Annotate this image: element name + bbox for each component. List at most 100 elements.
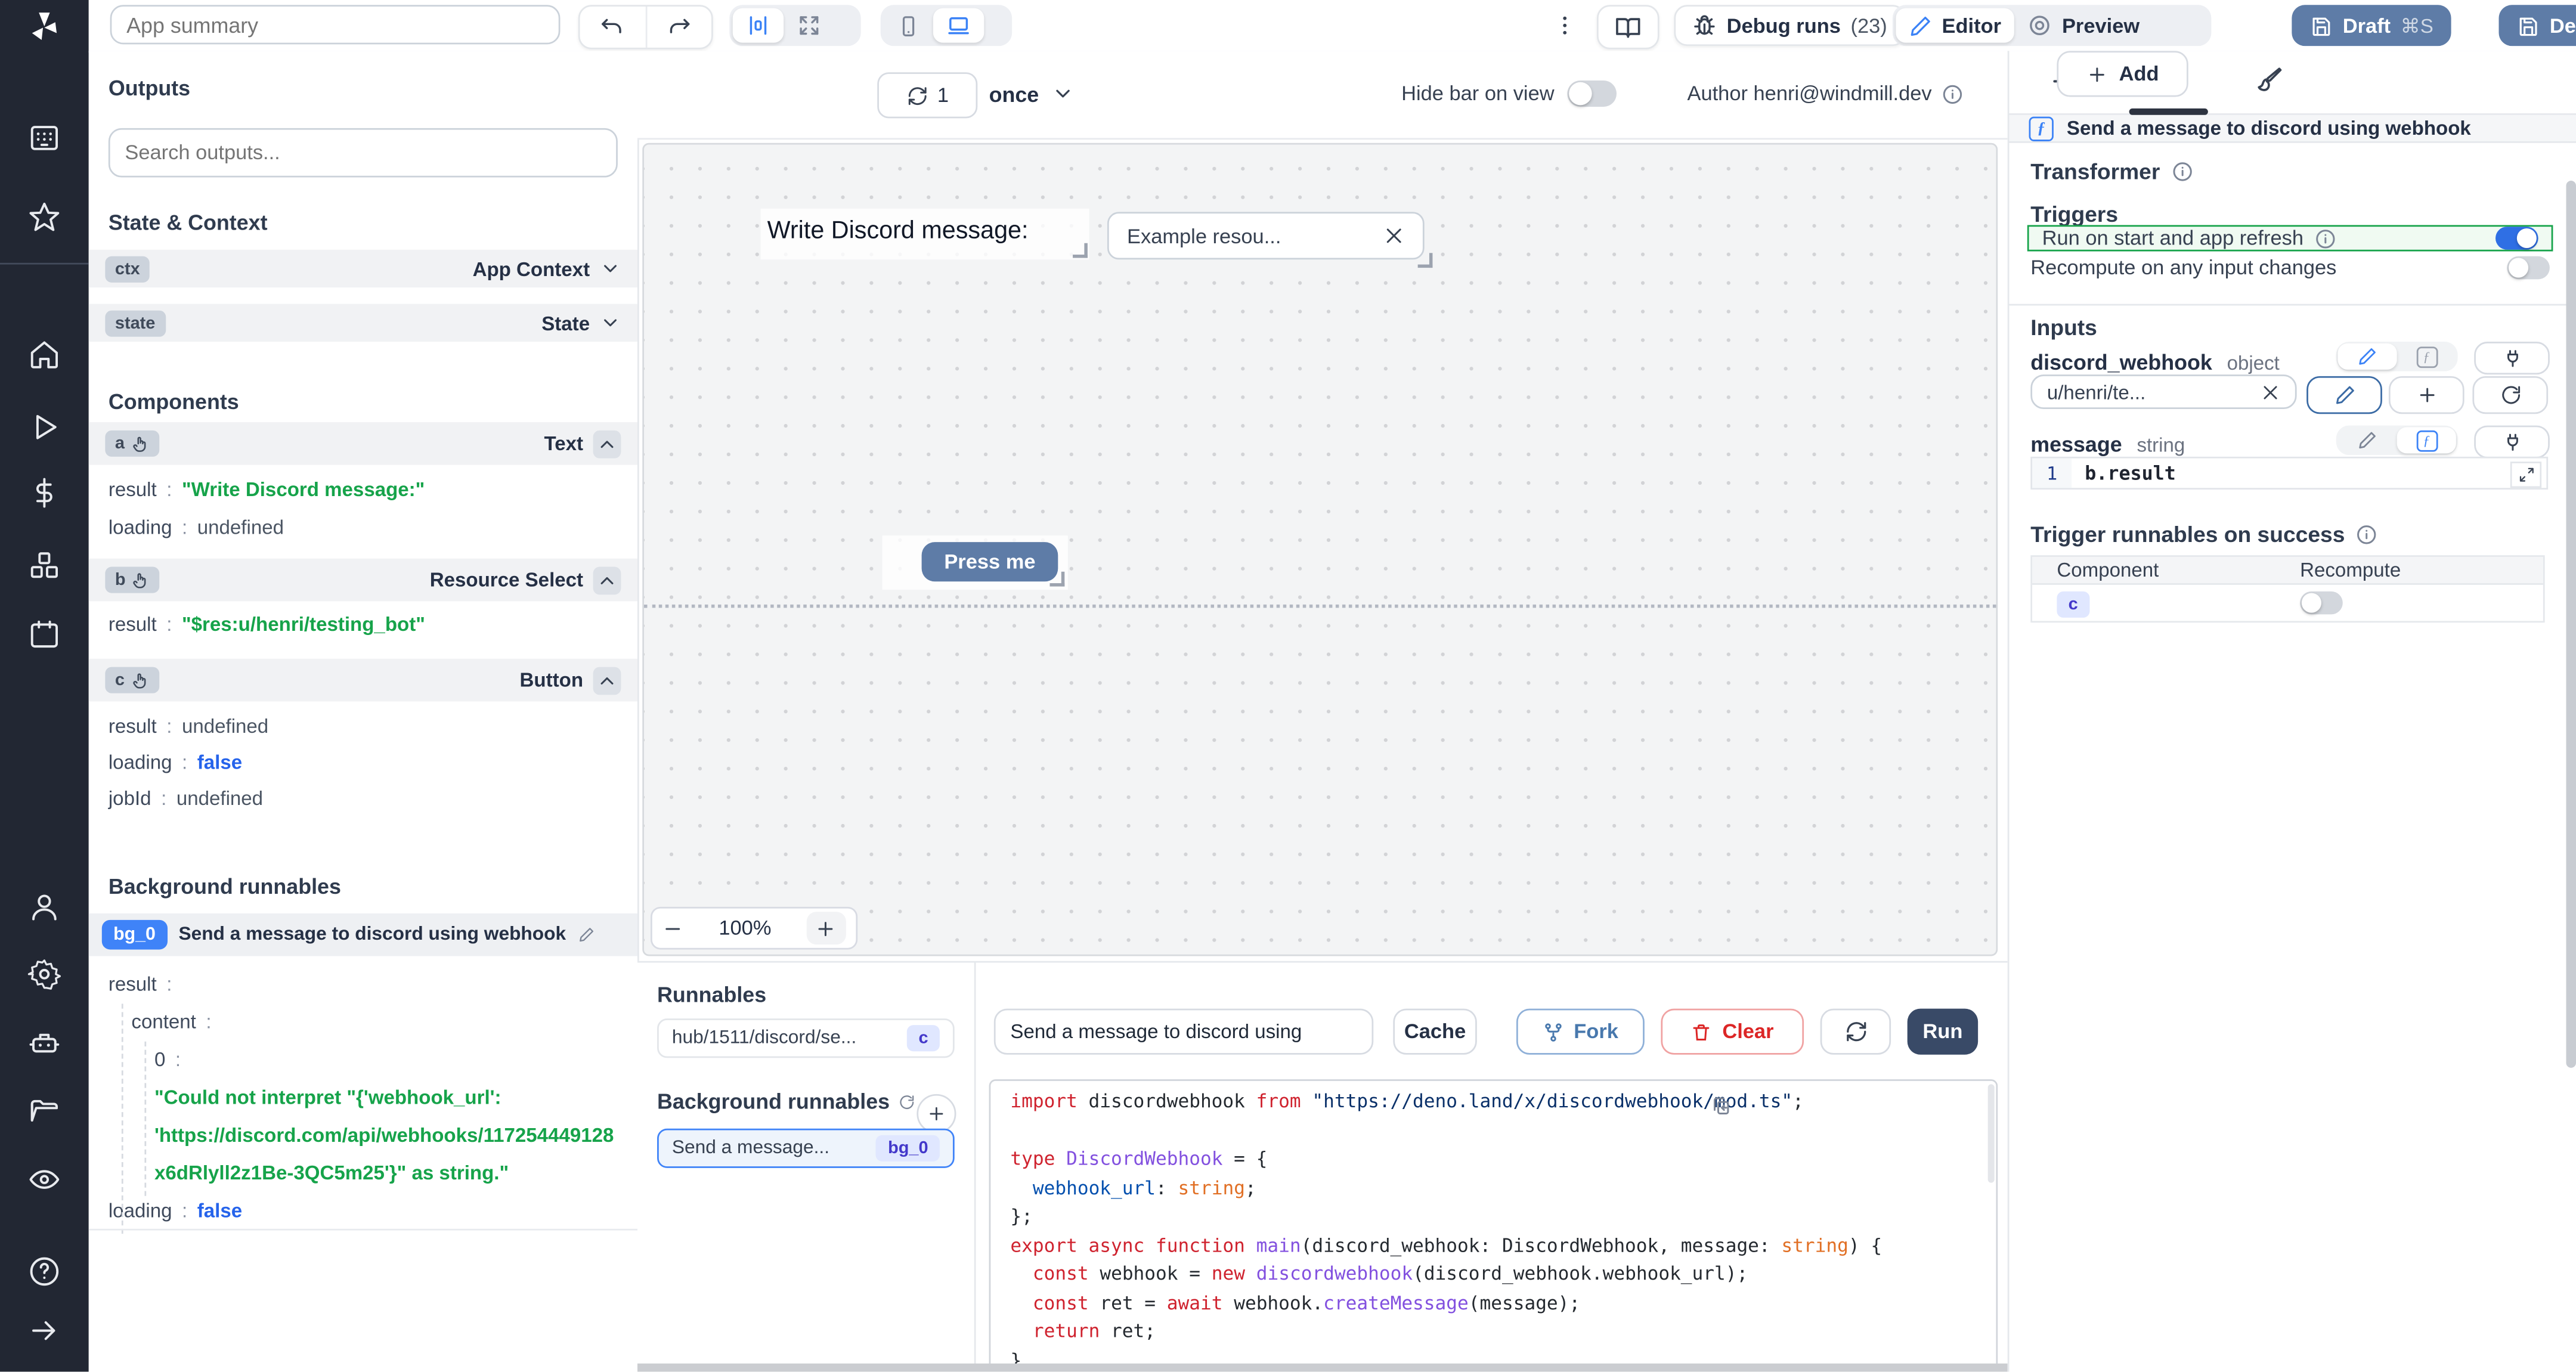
tab-editor[interactable]: Editor <box>1896 8 2015 43</box>
eval-mode-button[interactable]: ƒ <box>2397 427 2456 454</box>
docs-button[interactable] <box>1596 5 1659 49</box>
arrow-right-icon[interactable] <box>28 1314 61 1347</box>
fork-button[interactable]: Fork <box>1516 1008 1645 1055</box>
chevron-up-icon[interactable] <box>593 566 621 594</box>
resource-select-component[interactable]: Example resou... <box>1107 212 1425 260</box>
mobile-view-button[interactable] <box>884 8 933 43</box>
code-line: type DiscordWebhook = { <box>1010 1148 1268 1170</box>
code-vscrollbar[interactable] <box>1987 1084 1995 1183</box>
deploy-button[interactable]: Deploy <box>2498 5 2576 47</box>
styling-tab[interactable] <box>2254 66 2284 95</box>
info-icon[interactable] <box>2315 228 2336 249</box>
refresh-resource-button[interactable] <box>2472 376 2549 414</box>
output-kv-line: result: undefined <box>108 714 269 738</box>
component-row-b[interactable]: b Resource Select <box>88 558 637 602</box>
app-canvas[interactable]: Write Discord message: Example resou... … <box>642 143 1998 956</box>
message-expression-editor[interactable]: 1 b.result <box>2030 456 2549 490</box>
more-menu-button[interactable] <box>1547 5 1580 46</box>
star-icon[interactable] <box>28 200 61 233</box>
input2-connect-button[interactable] <box>2474 425 2550 459</box>
component-c-badge[interactable]: c <box>2057 591 2090 618</box>
bg-runnable-item-selected[interactable]: Send a message... bg_0 <box>657 1128 955 1168</box>
input1-mode-toggle: ƒ <box>2336 342 2458 371</box>
trigger-success-table: Component Recompute c <box>2030 555 2545 623</box>
eye-icon[interactable] <box>28 1163 61 1196</box>
add-bg-runnable-button[interactable] <box>917 1094 956 1134</box>
schedule-select[interactable]: once <box>989 72 1075 115</box>
resize-handle[interactable] <box>1073 243 1088 258</box>
redo-button[interactable] <box>646 7 711 48</box>
runnable-name-input[interactable] <box>993 1008 1374 1055</box>
run-on-start-toggle[interactable] <box>2495 227 2538 250</box>
cache-button[interactable]: Cache <box>1393 1008 1477 1055</box>
copy-import-icon[interactable] <box>1710 1096 1732 1117</box>
calendar-icon[interactable] <box>28 618 61 651</box>
info-icon[interactable] <box>2172 161 2193 182</box>
resize-handle[interactable] <box>1417 253 1433 268</box>
input1-type: object <box>2227 351 2280 375</box>
folder-icon[interactable] <box>28 1096 61 1129</box>
resize-handle[interactable] <box>1049 571 1065 587</box>
code-editor[interactable]: import discordwebhook from "https://deno… <box>989 1079 1998 1372</box>
hide-bar-toggle[interactable] <box>1567 80 1617 107</box>
clear-x-icon[interactable] <box>2261 382 2280 402</box>
boxes-icon[interactable] <box>28 549 61 581</box>
zoom-in-button[interactable] <box>806 912 846 945</box>
runnable-item[interactable]: hub/1511/discord/se... c <box>657 1018 955 1058</box>
bg0-output-row[interactable]: bg_0 Send a message to discord using web… <box>88 913 637 956</box>
function-icon: ƒ <box>2416 429 2438 451</box>
press-me-button[interactable]: Press me <box>921 542 1058 582</box>
chevron-down-icon[interactable] <box>600 258 621 280</box>
full-width-button[interactable] <box>784 8 834 43</box>
user-icon[interactable] <box>28 890 61 923</box>
row-recompute-toggle[interactable] <box>2300 591 2343 615</box>
fork-label: Fork <box>1574 1020 1618 1043</box>
clear-button[interactable]: Clear <box>1661 1008 1804 1055</box>
centered-width-button[interactable] <box>732 8 784 43</box>
add-transformer-button[interactable]: Add <box>2057 51 2188 97</box>
add-resource-button[interactable] <box>2388 376 2464 414</box>
dollar-icon[interactable] <box>28 476 61 509</box>
refresh-run-button[interactable] <box>1820 1008 1891 1055</box>
search-outputs-input[interactable] <box>108 128 618 178</box>
expand-editor-button[interactable] <box>2510 462 2542 488</box>
text-component[interactable]: Write Discord message: <box>760 208 1089 260</box>
app-summary-input[interactable] <box>110 5 561 45</box>
info-icon[interactable] <box>1942 83 1963 104</box>
chevron-up-icon[interactable] <box>593 429 621 458</box>
robot-icon[interactable] <box>28 1027 61 1060</box>
component-row-a[interactable]: a Text <box>88 422 637 465</box>
component-row-c[interactable]: c Button <box>88 658 637 702</box>
static-mode-button[interactable] <box>2338 427 2397 453</box>
run-button[interactable]: Run <box>1907 1008 1979 1055</box>
apps-icon[interactable] <box>28 122 61 154</box>
pencil-icon[interactable] <box>577 927 594 943</box>
clear-x-icon[interactable] <box>1383 225 1405 246</box>
desktop-view-button[interactable] <box>933 8 984 43</box>
tab-preview[interactable]: Preview <box>2014 8 2153 43</box>
info-icon[interactable] <box>2357 524 2378 546</box>
input1-connect-button[interactable] <box>2474 342 2550 375</box>
windmill-logo[interactable] <box>28 10 61 43</box>
resource-picker[interactable]: u/henri/te... <box>2030 374 2297 410</box>
refresh-count-button[interactable]: 1 <box>877 72 978 119</box>
debug-runs-button[interactable]: Debug runs (23) <box>1674 5 1906 47</box>
vertical-scrollbar[interactable] <box>2565 181 2575 1068</box>
output-row-state[interactable]: state State <box>88 303 637 342</box>
eval-mode-button[interactable]: ƒ <box>2397 343 2456 370</box>
input1-value: u/henri/te... <box>2046 380 2146 404</box>
zoom-out-button[interactable] <box>662 918 683 939</box>
draft-button[interactable]: Draft ⌘S <box>2292 5 2452 47</box>
help-icon[interactable] <box>28 1255 61 1288</box>
output-row-ctx[interactable]: ctx App Context <box>88 249 637 288</box>
edit-resource-button[interactable] <box>2306 376 2382 414</box>
gear-icon[interactable] <box>27 958 61 990</box>
undo-button[interactable] <box>580 7 647 48</box>
recompute-toggle[interactable] <box>2507 256 2550 280</box>
horizontal-scrollbar[interactable] <box>637 1363 2008 1372</box>
static-mode-button[interactable] <box>2337 343 2397 370</box>
home-icon[interactable] <box>28 339 61 371</box>
chevron-down-icon[interactable] <box>600 312 621 333</box>
chevron-up-icon[interactable] <box>593 666 621 695</box>
play-icon[interactable] <box>28 411 61 444</box>
